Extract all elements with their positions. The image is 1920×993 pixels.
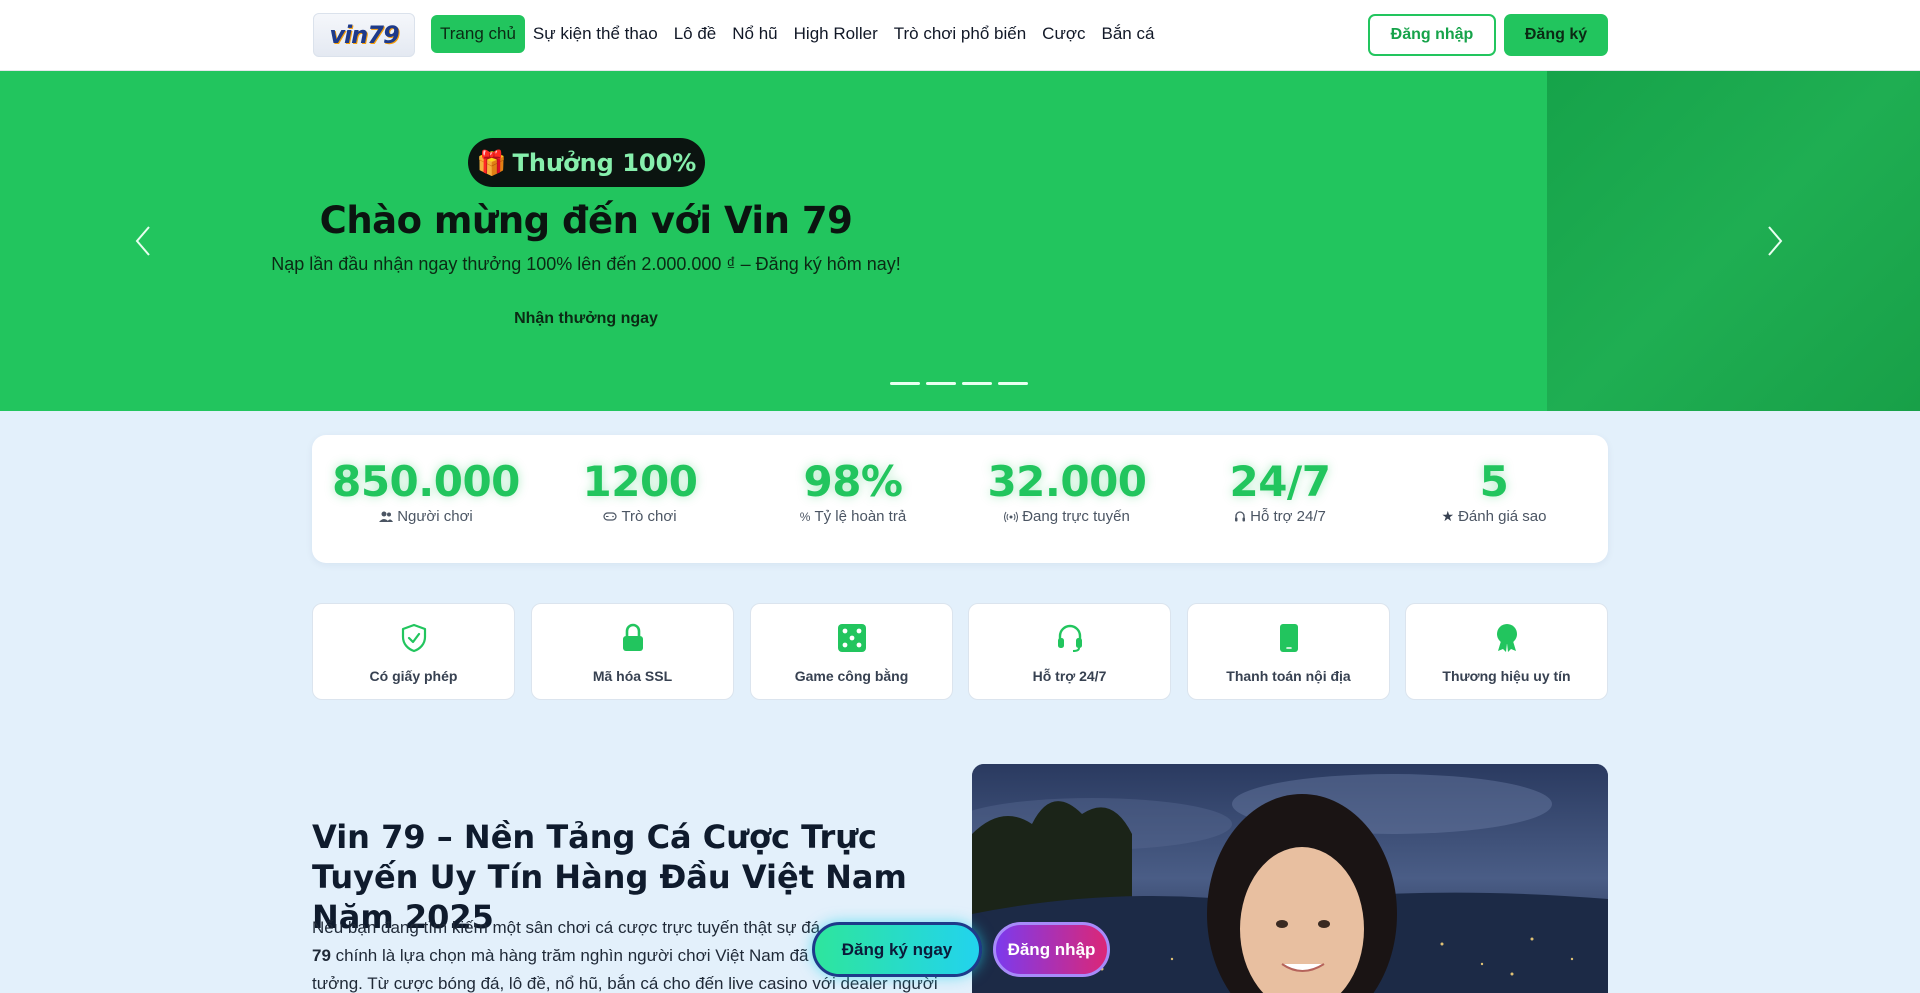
users-icon [379,511,394,522]
main-nav: Trang chủ Sự kiện thể thao Lô đề Nổ hũ H… [431,15,1162,53]
feature-label: Mã hóa SSL [592,668,673,684]
bonus-badge: 🎁 Thưởng 100% [468,138,705,187]
stat-label-text: Trò chơi [621,508,677,525]
article-text: chính là lựa chọn mà hàng trăm nghìn ngư… [330,946,809,965]
stat-label-text: Đánh giá sao [1458,508,1547,525]
carousel-dot[interactable] [926,382,956,385]
next-slide-preview [1547,71,1920,411]
hero-carousel: 🎁 Thưởng 100% Chào mừng đến với Vin 79 N… [0,71,1920,411]
hero-subtitle: Nạp lần đầu nhận ngay thưởng 100% lên đế… [271,254,901,274]
stat-label-text: Đang trực tuyến [1022,508,1130,525]
stat-rating: 5 ★ Đánh giá sao [1394,457,1594,525]
stat-label-text: Hỗ trợ 24/7 [1250,508,1326,525]
nav-item-sports-events[interactable]: Sự kiện thể thao [525,16,666,52]
article-brand-text: 79 [312,946,331,965]
feature-label: Có giấy phép [369,668,458,684]
stat-value: 24/7 [1229,457,1331,506]
dice-icon [837,624,866,652]
feature-label: Hỗ trợ 24/7 [1032,668,1107,684]
nav-item-popular-games[interactable]: Trò chơi phổ biến [886,16,1034,52]
feature-label: Thanh toán nội địa [1226,668,1351,684]
floating-login-button[interactable]: Đăng nhập [993,922,1110,977]
stat-label: Người chơi [326,508,526,525]
stats-panel: 850.000 Người chơi 1200 Trò chơi 98% % T… [312,435,1608,563]
hero-title: Chào mừng đến với Vin 79 [319,199,853,242]
feature-label: Game công bằng [794,668,909,684]
nav-item-betting[interactable]: Cược [1034,16,1093,52]
chevron-left-icon [135,226,150,256]
brand-logo[interactable]: vin79 [313,13,415,57]
floating-register-button[interactable]: Đăng ký ngay [812,922,982,977]
stat-value: 1200 [582,457,698,506]
feature-card-support[interactable]: Hỗ trợ 24/7 [968,603,1171,700]
stat-value: 32.000 [987,457,1147,506]
percent-icon: % [799,509,811,524]
feature-card-trusted-brand[interactable]: Thương hiệu uy tín [1405,603,1608,700]
carousel-indicators [890,382,1028,385]
nav-item-lottery[interactable]: Lô đề [666,16,725,52]
stat-value: 98% [803,457,903,506]
article-text: Nếu bạn đang tìm kiếm một sân chơi cá cư… [312,918,821,937]
stat-label: Trò chơi [540,508,740,525]
gift-icon: 🎁 [476,148,507,177]
nav-item-high-roller[interactable]: High Roller [786,16,886,52]
feature-card-fair-game[interactable]: Game công bằng [750,603,953,700]
headset-icon [1057,624,1082,652]
feature-card-local-payment[interactable]: Thanh toán nội địa [1187,603,1390,700]
login-button[interactable]: Đăng nhập [1368,14,1496,56]
stat-label: ★ Đánh giá sao [1394,508,1594,525]
carousel-dot[interactable] [962,382,992,385]
nav-item-fishing[interactable]: Bắn cá [1093,16,1162,52]
stat-rtp: 98% % Tỷ lệ hoàn trả [753,457,953,525]
site-header: vin79 Trang chủ Sự kiện thể thao Lô đề N… [0,0,1920,71]
claim-bonus-button[interactable]: Nhận thưởng ngay [486,301,686,337]
mobile-icon [1279,624,1298,652]
nav-item-home[interactable]: Trang chủ [431,15,525,53]
register-button[interactable]: Đăng ký [1504,14,1608,56]
stat-label: Hỗ trợ 24/7 [1180,508,1380,525]
stat-players: 850.000 Người chơi [326,457,526,525]
headset-icon [1235,510,1246,521]
carousel-prev-button[interactable] [128,221,158,261]
carousel-next-button[interactable] [1760,221,1790,261]
feature-label: Thương hiệu uy tín [1442,668,1571,684]
logo-text: vin79 [329,21,399,49]
nav-item-slots[interactable]: Nổ hũ [724,16,785,52]
award-icon [1496,624,1517,652]
stat-games: 1200 Trò chơi [540,457,740,525]
bonus-badge-text: Thưởng 100% [512,148,697,177]
gamepad-icon [603,512,618,521]
carousel-dot[interactable] [998,382,1028,385]
stat-support: 24/7 Hỗ trợ 24/7 [1180,457,1380,525]
carousel-dot[interactable] [890,382,920,385]
broadcast-icon [1004,511,1019,522]
lock-icon [622,623,643,651]
chevron-right-icon [1768,226,1783,256]
stat-label-text: Tỷ lệ hoàn trả [814,508,907,525]
stat-value: 850.000 [332,457,520,506]
feature-card-licensed[interactable]: Có giấy phép [312,603,515,700]
stat-online: 32.000 Đang trực tuyến [967,457,1167,525]
feature-card-ssl[interactable]: Mã hóa SSL [531,603,734,700]
star-icon: ★ [1441,508,1455,524]
stat-label: Đang trực tuyến [967,508,1167,525]
stat-label-text: Người chơi [397,508,473,525]
stat-label: % Tỷ lệ hoàn trả [753,508,953,525]
stat-value: 5 [1479,457,1509,506]
shield-check-icon [401,623,426,653]
